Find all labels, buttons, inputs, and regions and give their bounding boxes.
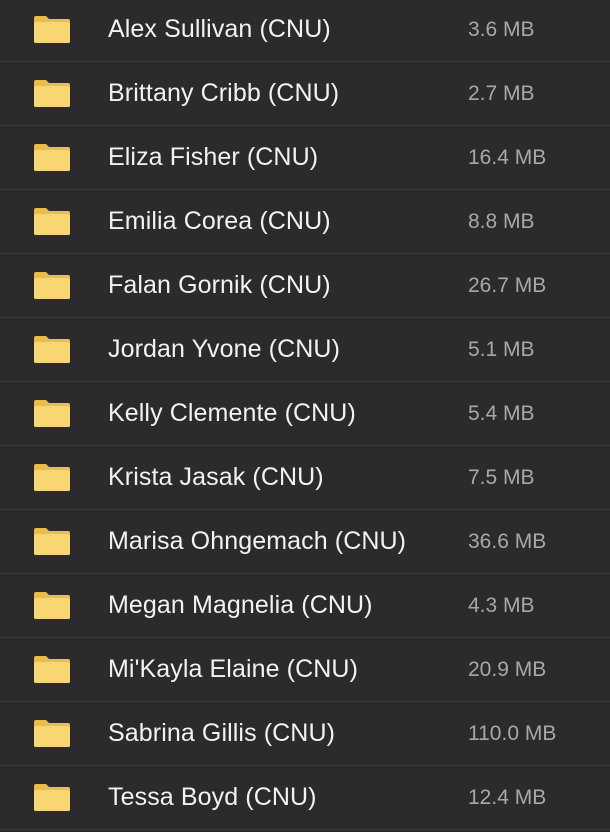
folder-name: Sabrina Gillis (CNU)	[108, 719, 336, 747]
list-item[interactable]: Krista Jasak (CNU) 7.5 MB	[0, 446, 610, 510]
folder-list: Alex Sullivan (CNU) 3.6 MB Brittany Crib…	[0, 0, 610, 832]
folder-icon	[33, 590, 71, 620]
folder-icon	[33, 142, 71, 172]
folder-icon	[33, 78, 71, 108]
folder-size: 16.4 MB	[468, 146, 547, 169]
folder-icon	[33, 462, 71, 492]
folder-size: 2.7 MB	[468, 82, 535, 105]
folder-name: Tessa Boyd (CNU)	[108, 783, 317, 811]
folder-icon	[33, 270, 71, 300]
list-item[interactable]: Alex Sullivan (CNU) 3.6 MB	[0, 0, 610, 62]
folder-name: Brittany Cribb (CNU)	[108, 79, 340, 107]
list-item[interactable]: Falan Gornik (CNU) 26.7 MB	[0, 254, 610, 318]
list-item[interactable]: Marisa Ohngemach (CNU) 36.6 MB	[0, 510, 610, 574]
folder-icon	[33, 398, 71, 428]
list-item[interactable]: Jordan Yvone (CNU) 5.1 MB	[0, 318, 610, 382]
folder-name: Alex Sullivan (CNU)	[108, 15, 331, 43]
folder-icon	[33, 206, 71, 236]
folder-size: 3.6 MB	[468, 18, 535, 41]
folder-size: 7.5 MB	[468, 466, 535, 489]
folder-size: 4.3 MB	[468, 594, 535, 617]
folder-icon	[33, 654, 71, 684]
list-item[interactable]: Sabrina Gillis (CNU) 110.0 MB	[0, 702, 610, 766]
list-item[interactable]: Eliza Fisher (CNU) 16.4 MB	[0, 126, 610, 190]
folder-name: Kelly Clemente (CNU)	[108, 399, 356, 427]
folder-size: 5.4 MB	[468, 402, 535, 425]
folder-icon	[33, 782, 71, 812]
folder-name: Falan Gornik (CNU)	[108, 271, 331, 299]
list-item[interactable]: Brittany Cribb (CNU) 2.7 MB	[0, 62, 610, 126]
list-item[interactable]: Emilia Corea (CNU) 8.8 MB	[0, 190, 610, 254]
folder-icon	[33, 14, 71, 44]
list-item[interactable]: Tessa Boyd (CNU) 12.4 MB	[0, 766, 610, 830]
folder-size: 110.0 MB	[468, 722, 557, 745]
folder-size: 26.7 MB	[468, 274, 547, 297]
folder-size: 20.9 MB	[468, 658, 547, 681]
folder-size: 36.6 MB	[468, 530, 547, 553]
folder-icon	[33, 526, 71, 556]
folder-name: Megan Magnelia (CNU)	[108, 591, 373, 619]
folder-name: Emilia Corea (CNU)	[108, 207, 331, 235]
folder-size: 8.8 MB	[468, 210, 535, 233]
list-item[interactable]: Mi'Kayla Elaine (CNU) 20.9 MB	[0, 638, 610, 702]
folder-name: Jordan Yvone (CNU)	[108, 335, 341, 363]
folder-size: 5.1 MB	[468, 338, 535, 361]
folder-name: Marisa Ohngemach (CNU)	[108, 527, 407, 555]
folder-size: 12.4 MB	[468, 786, 547, 809]
folder-icon	[33, 334, 71, 364]
folder-name: Mi'Kayla Elaine (CNU)	[108, 655, 358, 683]
folder-icon	[33, 718, 71, 748]
list-item[interactable]: Megan Magnelia (CNU) 4.3 MB	[0, 574, 610, 638]
folder-name: Eliza Fisher (CNU)	[108, 143, 319, 171]
folder-name: Krista Jasak (CNU)	[108, 463, 324, 491]
list-item[interactable]: Kelly Clemente (CNU) 5.4 MB	[0, 382, 610, 446]
